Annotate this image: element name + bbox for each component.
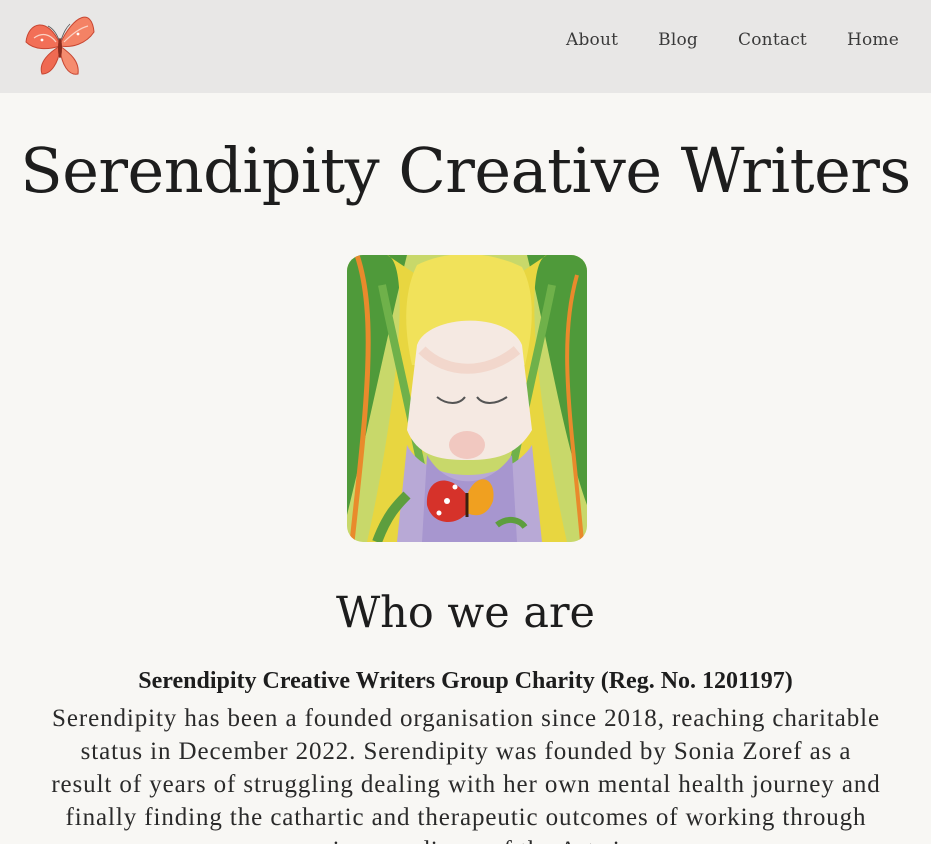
nav-about[interactable]: About [566, 30, 618, 50]
nav-home[interactable]: Home [847, 30, 899, 50]
site-title: Serendipity Creative Writers [20, 134, 911, 207]
main-nav: About Blog Contact Home [566, 30, 899, 50]
painting-girl-butterfly-icon [347, 255, 587, 542]
site-header: About Blog Contact Home [0, 0, 931, 93]
charity-registration-line: Serendipity Creative Writers Group Chari… [138, 668, 793, 694]
nav-contact[interactable]: Contact [738, 30, 807, 50]
butterfly-logo-icon[interactable] [20, 4, 100, 82]
nav-blog[interactable]: Blog [658, 30, 698, 50]
who-we-are-heading: Who we are [335, 588, 595, 638]
about-paragraph: Serendipity has been a founded organisat… [51, 705, 881, 844]
hero-painting-image [347, 255, 587, 542]
